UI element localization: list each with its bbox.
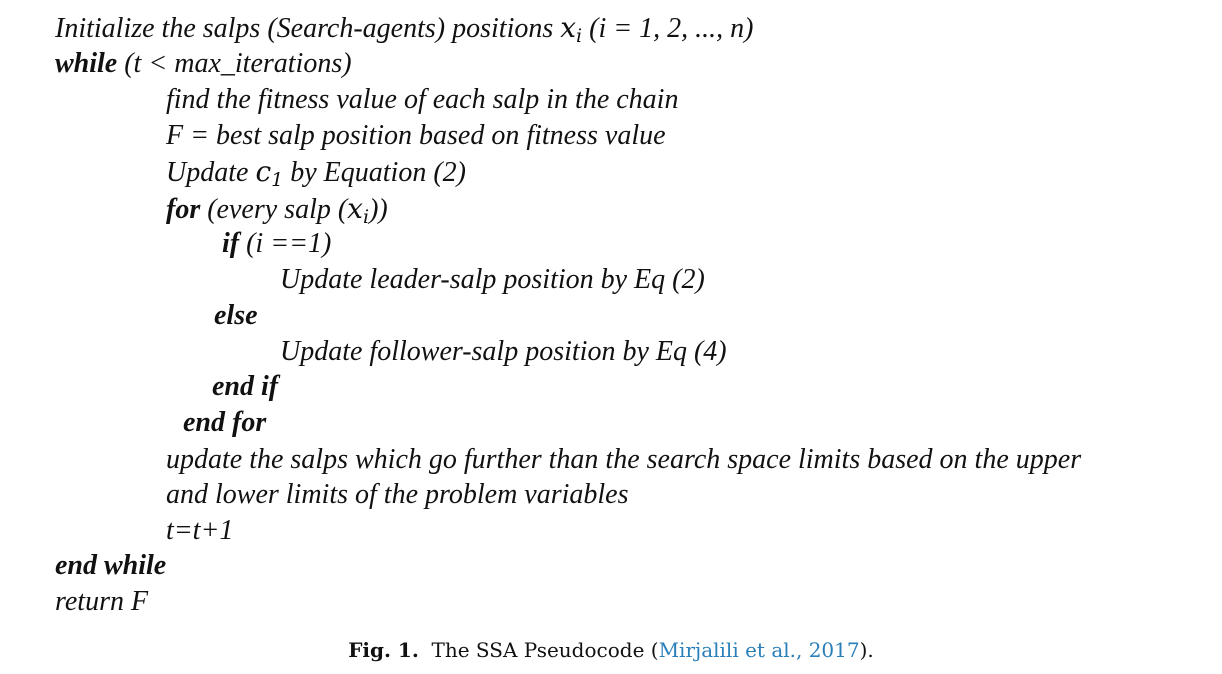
if-line: if (i ==1)	[222, 228, 331, 260]
while-line: while (t < max_iterations)	[55, 48, 352, 80]
caption-text: The SSA Pseudocode (	[431, 638, 659, 662]
best-position-line: F = best salp position based on fitness …	[166, 120, 666, 151]
c1-subscript: 1	[271, 168, 284, 191]
init-line: Initialize the salps (Search-agents) pos…	[55, 11, 754, 47]
update-c1-line: Update c1 by Equation (2)	[166, 155, 466, 191]
position-variable: xi	[560, 11, 583, 47]
leader-update-line: Update leader-salp position by Eq (2)	[280, 264, 705, 295]
end-for-keyword: end for	[183, 407, 267, 438]
if-condition: (i ==1)	[239, 228, 332, 259]
init-text-b: (i = 1, 2, ..., n)	[582, 13, 754, 44]
for-line: for (every salp (xi))	[166, 192, 388, 228]
else-keyword: else	[214, 300, 258, 331]
if-keyword: if	[222, 228, 240, 259]
init-text-a: Initialize the salps (Search-agents) pos…	[55, 13, 561, 44]
fitness-line: find the fitness value of each salp in t…	[166, 84, 679, 115]
for-keyword: for	[166, 194, 201, 225]
c1-variable: c1	[255, 155, 284, 191]
end-if-keyword: end if	[212, 371, 279, 402]
increment-line: t=t+1	[166, 515, 234, 546]
caption-closing: ).	[859, 638, 874, 662]
while-keyword: while	[55, 48, 118, 79]
for-text-b: ))	[369, 194, 388, 225]
follower-update-line: Update follower-salp position by Eq (4)	[280, 336, 727, 367]
update-c1-text-b: by Equation (2)	[283, 157, 466, 188]
pseudocode-block: Initialize the salps (Search-agents) pos…	[0, 0, 1222, 620]
update-c1-text-a: Update	[166, 157, 256, 188]
limits-line-1: update the salps which go further than t…	[166, 444, 1082, 475]
limits-line-2: and lower limits of the problem variable…	[166, 479, 629, 510]
while-condition: (t < max_iterations)	[117, 48, 352, 79]
figure-label: Fig. 1.	[348, 638, 419, 662]
end-while-keyword: end while	[55, 550, 167, 581]
for-text-a: (every salp (	[200, 194, 348, 225]
figure-caption: Fig. 1. The SSA Pseudocode (Mirjalili et…	[0, 636, 1222, 664]
citation-link[interactable]: Mirjalili et al., 2017	[659, 638, 860, 662]
salp-variable: xi	[347, 192, 370, 228]
return-line: return F	[55, 586, 149, 617]
